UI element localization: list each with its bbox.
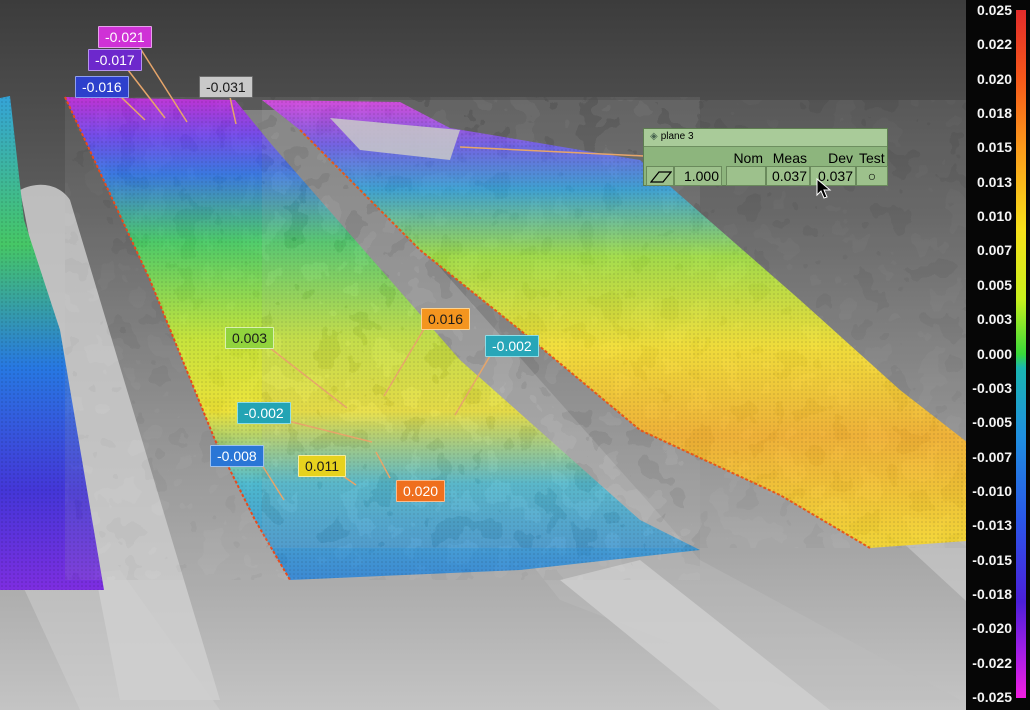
header-meas: Meas xyxy=(772,150,807,166)
deviation-callout[interactable]: -0.008 xyxy=(210,445,264,467)
panel-title-bar[interactable]: ◈ plane 3 xyxy=(644,129,887,147)
color-scale-tick: -0.007 xyxy=(972,448,1012,465)
color-scale-tick: -0.022 xyxy=(972,654,1012,671)
header-test: Test xyxy=(859,150,885,166)
color-scale-tick: 0.013 xyxy=(976,173,1012,190)
plane-shape-icon xyxy=(646,166,674,186)
plane-icon: ◈ xyxy=(650,131,658,142)
color-scale-tick: -0.015 xyxy=(972,551,1012,568)
deviation-callout[interactable]: -0.002 xyxy=(485,335,539,357)
color-scale-tick: 0.015 xyxy=(976,139,1012,156)
color-scale-tick: 0.000 xyxy=(976,345,1012,362)
color-scale-tick: -0.018 xyxy=(972,585,1012,602)
color-scale-tick: 0.010 xyxy=(976,208,1012,225)
circle-status-icon: ○ xyxy=(856,166,888,186)
color-scale-tick: -0.013 xyxy=(972,517,1012,534)
deviation-callout[interactable]: 0.016 xyxy=(421,308,471,330)
3d-viewport[interactable]: -0.021 -0.017 -0.016 -0.031 0.003 0.016 … xyxy=(0,0,1030,710)
deviation-callout[interactable]: 0.011 xyxy=(298,455,346,477)
arrow-cursor-icon xyxy=(816,178,832,199)
nom-value xyxy=(726,166,766,186)
plane-measurement-panel[interactable]: ◈ plane 3 Nom Meas Dev Test 1.000 0.037 0… xyxy=(643,128,888,186)
meas-value: 0.037 xyxy=(766,166,810,186)
color-scale-tick: 0.018 xyxy=(976,105,1012,122)
color-scale-tick: -0.020 xyxy=(972,620,1012,637)
color-scale-tick: 0.007 xyxy=(976,242,1012,259)
deviation-callout[interactable]: -0.016 xyxy=(75,76,129,98)
deviation-callout[interactable]: 0.003 xyxy=(225,327,275,349)
header-dev: Dev xyxy=(828,150,853,166)
color-scale-tick: -0.005 xyxy=(972,414,1012,431)
color-scale-tick: 0.003 xyxy=(976,311,1012,328)
color-scale-tick: -0.003 xyxy=(972,379,1012,396)
deviation-callout[interactable]: 0.020 xyxy=(396,480,446,502)
color-scale-tick: 0.025 xyxy=(976,2,1012,18)
header-nom: Nom xyxy=(733,150,763,166)
color-scale-tick: 0.005 xyxy=(976,276,1012,293)
color-scale-tick: -0.010 xyxy=(972,482,1012,499)
color-scale-legend: 0.025 0.022 0.020 0.018 0.015 0.013 0.010 0.007… xyxy=(966,0,1030,710)
deviation-callout[interactable]: -0.021 xyxy=(98,26,152,48)
color-scale-tick: 0.022 xyxy=(976,36,1012,53)
color-scale-tick: 0.020 xyxy=(976,70,1012,87)
color-scale-tick: -0.025 xyxy=(972,689,1012,705)
color-scale-bar xyxy=(1016,10,1026,698)
deviation-callout[interactable]: -0.002 xyxy=(237,402,291,424)
deviation-callout[interactable]: -0.031 xyxy=(199,76,253,98)
panel-title: plane 3 xyxy=(660,131,694,142)
size-value: 1.000 xyxy=(674,166,722,186)
deviation-callout[interactable]: -0.017 xyxy=(88,49,142,71)
